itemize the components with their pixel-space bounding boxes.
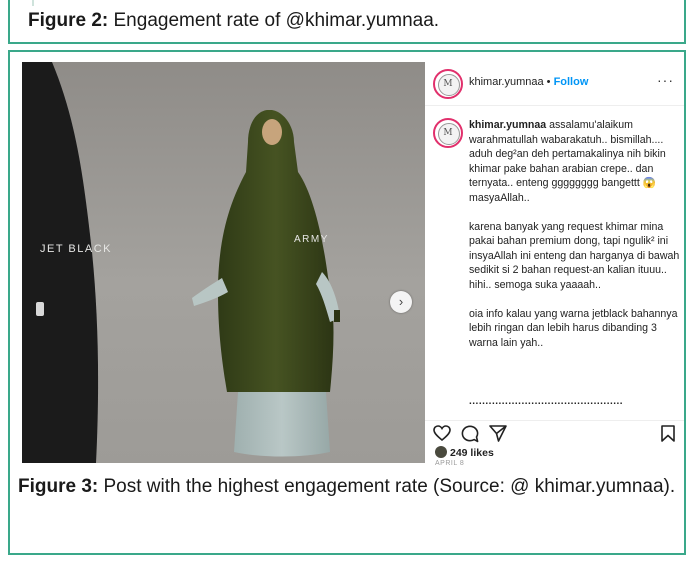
figure-2-caption: Figure 2: Engagement rate of @khimar.yum… <box>28 10 439 32</box>
avatar[interactable]: M <box>433 69 463 99</box>
label-army: ARMY <box>294 234 329 245</box>
figure-2-label: Figure 2: <box>28 10 109 31</box>
post-actions <box>425 420 684 443</box>
comment-icon[interactable] <box>461 425 479 443</box>
caption-dots: ........................................… <box>469 396 624 407</box>
more-options-icon[interactable]: ··· <box>657 72 674 88</box>
share-icon[interactable] <box>489 425 507 442</box>
username-link[interactable]: khimar.yumnaa <box>469 76 544 88</box>
caption-username[interactable]: khimar.yumnaa <box>469 119 546 131</box>
figure-3-caption: Figure 3: Post with the highest engageme… <box>18 474 678 499</box>
likes-count[interactable]: 249 likes <box>435 446 494 459</box>
caption-paragraph-2: karena banyak yang request khimar mina p… <box>469 220 680 291</box>
caption-paragraph-3: oia info kalau yang warna jetblack bahan… <box>469 307 678 349</box>
label-jet-black: JET BLACK <box>40 243 112 255</box>
instagram-panel: M khimar.yumnaa • Follow ··· M khimar.yu… <box>425 62 684 467</box>
figure-3-box: JET BLACK ARMY › M khimar.yumnaa • Follo… <box>8 50 686 555</box>
divider <box>32 0 34 6</box>
post-date: APRIL 8 <box>435 460 465 467</box>
heart-icon[interactable] <box>433 425 451 441</box>
caption-avatar[interactable]: M <box>433 118 463 148</box>
figure-3-label: Figure 3: <box>18 476 99 497</box>
caption-paragraph-1: assalamu'alaikum warahmatullah wabarakat… <box>469 119 666 204</box>
post-photo[interactable]: JET BLACK ARMY › <box>22 62 425 463</box>
caption-area: M khimar.yumnaa assalamu'alaikum warahma… <box>425 114 684 414</box>
figure-2-box: Figure 2: Engagement rate of @khimar.yum… <box>8 0 686 44</box>
separator: • <box>543 76 554 88</box>
figure-2-text: Engagement rate of @khimar.yumnaa. <box>108 10 440 31</box>
likes-text: 249 likes <box>450 447 494 459</box>
liker-avatar <box>435 446 447 458</box>
caption-text: khimar.yumnaa assalamu'alaikum warahmatu… <box>469 118 681 364</box>
post-header: M khimar.yumnaa • Follow ··· <box>425 62 684 106</box>
caption-dots-small: ...................... <box>469 410 549 414</box>
khimar-models-illustration: JET BLACK ARMY <box>22 62 425 463</box>
header-user-line: khimar.yumnaa • Follow <box>469 76 588 88</box>
chevron-right-icon[interactable]: › <box>390 291 412 313</box>
follow-button[interactable]: Follow <box>554 76 589 88</box>
figure-3-text: Post with the highest engagement rate (S… <box>98 476 676 497</box>
bookmark-icon[interactable] <box>661 425 675 442</box>
